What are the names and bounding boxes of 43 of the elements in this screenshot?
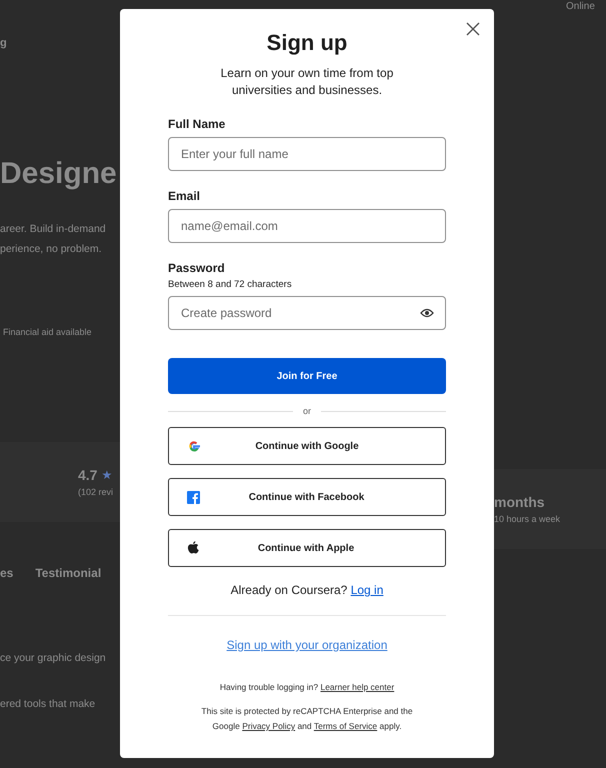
- dialog-title: Sign up: [266, 29, 348, 57]
- google-icon: [187, 439, 201, 453]
- social-login-button[interactable]: Continue with Facebook: [168, 478, 446, 516]
- join-button[interactable]: Join for Free: [168, 358, 446, 394]
- social-login-button[interactable]: Continue with Google: [168, 427, 446, 465]
- eye-icon[interactable]: [420, 308, 434, 318]
- body-text: ered tools that make: [0, 698, 96, 710]
- description-text: areer. Build in-demand: [0, 222, 106, 237]
- input-field[interactable]: name@email.com: [168, 209, 446, 243]
- dialog-subtitle: Learn on your own time from top universities and businesses.: [220, 65, 394, 99]
- rating-value: 4.7: [78, 467, 98, 483]
- login-link[interactable]: Log in: [350, 583, 384, 597]
- field-label: Email: [168, 189, 200, 203]
- help-center-link[interactable]: Learner help center: [320, 682, 394, 692]
- field-label: Password: [168, 261, 225, 275]
- organization-link[interactable]: Sign up with your organization: [226, 638, 388, 652]
- or-divider: or: [168, 406, 446, 416]
- field-label: Full Name: [168, 117, 226, 131]
- legal-notice: This site is protected by reCAPTCHA Enterprise and the Google Privacy Policy and Terms of Service apply.: [200, 705, 414, 733]
- close-button[interactable]: [466, 22, 480, 36]
- section-tab[interactable]: Testimonial: [35, 566, 102, 580]
- star-icon: ★: [101, 468, 112, 482]
- description-text: perience, no problem.: [0, 242, 102, 257]
- input-field[interactable]: Create password: [168, 296, 446, 330]
- apple-icon: [187, 541, 199, 555]
- body-text: ce your graphic design: [0, 652, 106, 664]
- close-icon: [466, 22, 480, 36]
- facebook-icon: [187, 490, 200, 504]
- help-text: Having trouble logging in?: [220, 682, 320, 692]
- nav-link[interactable]: Online: [566, 1, 595, 12]
- login-prompt: Already on Coursera?: [230, 583, 348, 597]
- duration-value: months: [494, 494, 545, 510]
- section-tab[interactable]: es: [0, 566, 14, 580]
- review-count: (102 revi: [78, 487, 114, 497]
- nav-item[interactable]: g: [0, 37, 7, 49]
- field-hint: Between 8 and 72 characters: [168, 279, 292, 290]
- financial-aid-text: Financial aid available: [3, 327, 92, 337]
- terms-of-service-link[interactable]: Terms of Service: [314, 721, 378, 731]
- page-heading: Designe: [0, 157, 117, 191]
- privacy-policy-link[interactable]: Privacy Policy: [242, 721, 296, 731]
- duration-detail: 10 hours a week: [494, 514, 560, 524]
- input-field[interactable]: Enter your full name: [168, 137, 446, 171]
- social-login-button[interactable]: Continue with Apple: [168, 529, 446, 567]
